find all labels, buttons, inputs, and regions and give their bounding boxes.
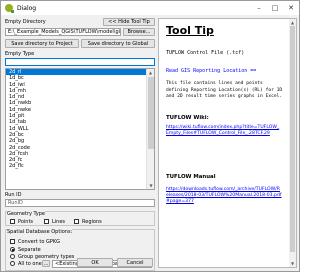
- run-id-label: Run ID: [5, 192, 22, 198]
- close-icon[interactable]: ✕: [283, 1, 299, 15]
- separate-label: Separate: [18, 247, 41, 253]
- run-id-input[interactable]: RunID: [5, 199, 155, 207]
- empty-type-label: Empty Type: [5, 51, 35, 57]
- window-title: Dialog: [17, 4, 37, 12]
- options-panel: Empty Directory << Hide Tool Tip E:\_Exa…: [5, 18, 155, 271]
- tooltip-scrollbar[interactable]: ▲ ▼: [289, 19, 296, 267]
- geometry-type-group: Geometry Type Points Lines Regions: [5, 211, 155, 226]
- points-checkbox[interactable]: [10, 219, 15, 224]
- regions-label: Regions: [82, 219, 102, 225]
- empty-directory-label: Empty Directory: [5, 19, 46, 25]
- scroll-down-icon[interactable]: ▼: [147, 182, 154, 189]
- ok-button[interactable]: OK: [77, 258, 113, 267]
- qgis-icon: [5, 4, 14, 13]
- manual-heading: TUFLOW Manual: [166, 174, 216, 180]
- scroll-thumb[interactable]: [290, 26, 295, 252]
- tooltip-panel: Tool Tip TUFLOW Control File (.tcf) Read…: [158, 18, 297, 268]
- geometry-type-label: Geometry Type: [7, 211, 46, 217]
- lines-checkbox[interactable]: [44, 219, 49, 224]
- spatial-db-label: Spatial Database Options:: [7, 229, 73, 235]
- all-to-one-label: All to one:: [18, 261, 44, 267]
- convert-gpkg-checkbox[interactable]: [10, 239, 15, 244]
- tooltip-command-line: Read GIS Reporting Location ==: [166, 68, 257, 74]
- scroll-up-icon[interactable]: ▲: [289, 19, 296, 26]
- scroll-down-icon[interactable]: ▼: [289, 260, 296, 267]
- all-to-one-radio[interactable]: [10, 261, 15, 266]
- points-label: Points: [18, 219, 34, 225]
- dialog-window: Dialog – □ ✕ Empty Directory << Hide Too…: [0, 0, 300, 272]
- ellipsis-button[interactable]: ...: [42, 260, 50, 267]
- title-bar: Dialog – □ ✕: [1, 1, 299, 15]
- separate-radio[interactable]: [10, 247, 15, 252]
- directory-input[interactable]: E:\_Example_Models_QGIS\TUFLOW\model\gis…: [5, 28, 121, 36]
- empty-type-filter[interactable]: [5, 58, 155, 66]
- lines-label: Lines: [52, 219, 66, 225]
- wiki-heading: TUFLOW Wiki:: [166, 115, 209, 121]
- scroll-up-icon[interactable]: ▲: [147, 69, 154, 76]
- minimize-icon[interactable]: –: [251, 1, 267, 15]
- save-project-button[interactable]: Save directory to Project: [5, 39, 79, 48]
- group-geometry-radio[interactable]: [10, 254, 15, 259]
- list-scrollbar[interactable]: ▲ ▼: [146, 69, 154, 189]
- list-item[interactable]: 2d_flc: [6, 163, 147, 169]
- tooltip-description: This file contains lines and points defi…: [166, 81, 283, 99]
- browse-button[interactable]: Browse...: [123, 28, 155, 36]
- save-global-button[interactable]: Save directory to Global: [81, 39, 155, 48]
- wiki-link[interactable]: https://wiki.tuflow.com/index.php?title=…: [166, 125, 282, 137]
- tooltip-file-line: TUFLOW Control File (.tcf): [166, 50, 245, 56]
- convert-gpkg-label: Convert to GPKG: [18, 239, 61, 245]
- manual-link[interactable]: https://downloads.tuflow.com/_archive/TU…: [166, 187, 282, 206]
- empty-type-list[interactable]: 2d_rl 1d_bc 1d_iwl 1d_mh 1d_nd 1d_nwkb 1d_nwke…: [5, 68, 155, 190]
- scroll-thumb[interactable]: [148, 77, 154, 149]
- regions-checkbox[interactable]: [74, 219, 79, 224]
- tooltip-title: Tool Tip: [166, 24, 214, 37]
- maximize-icon[interactable]: □: [267, 1, 283, 15]
- hide-tooltip-button[interactable]: << Hide Tool Tip: [103, 18, 155, 26]
- cancel-button[interactable]: Cancel: [117, 258, 153, 267]
